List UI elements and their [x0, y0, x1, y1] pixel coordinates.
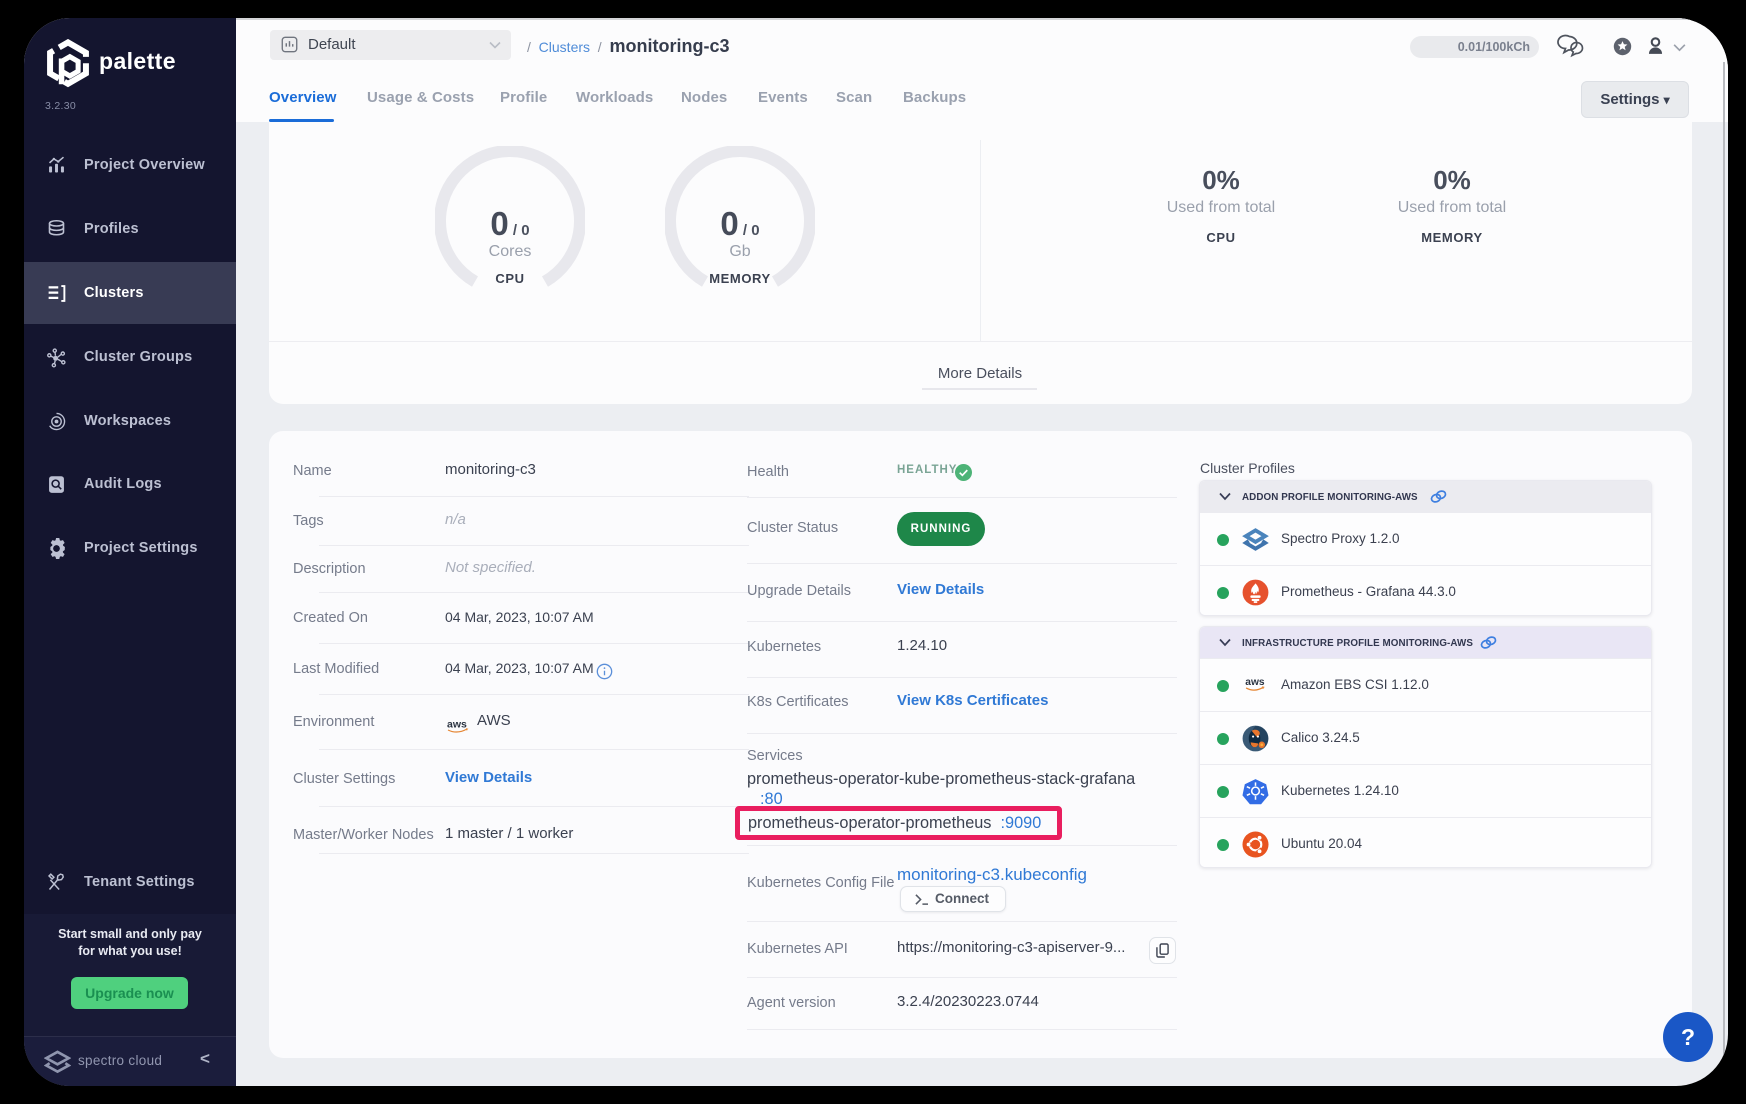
svg-text:aws: aws	[447, 719, 467, 731]
svg-text:aws: aws	[1245, 677, 1265, 688]
